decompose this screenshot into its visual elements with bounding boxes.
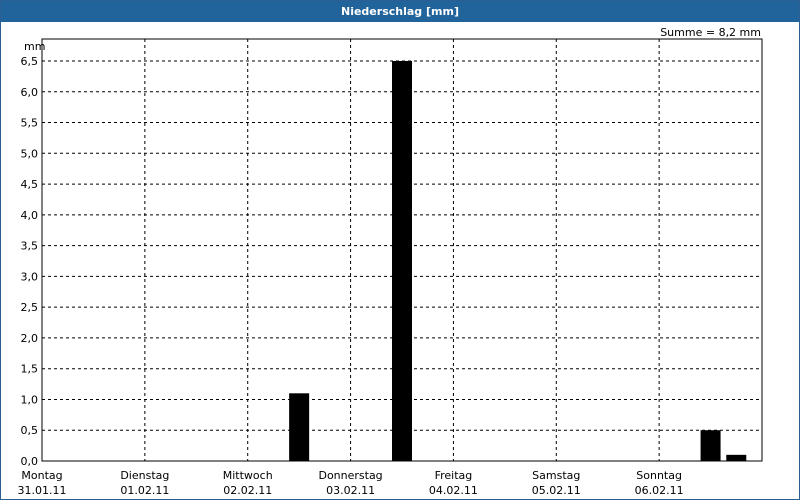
y-tick-label: 2,0 (21, 332, 39, 345)
y-tick-label: 1,0 (21, 393, 39, 406)
precipitation-bar (726, 454, 747, 461)
y-tick-label: 3,5 (21, 240, 39, 253)
precipitation-bar (289, 393, 310, 461)
y-tick-label: 1,5 (21, 363, 39, 376)
y-tick-label: 4,5 (21, 178, 39, 191)
y-tick-label: 6,0 (21, 86, 39, 99)
y-tick-label: 3,0 (21, 270, 39, 283)
bars (289, 61, 747, 461)
x-axis-ticks: Montag 31.01.11 Dienstag 01.02.11 Mittwoch 02… (18, 469, 684, 497)
x-tick-date: 03.02.11 (326, 484, 375, 497)
precipitation-bar (700, 430, 721, 461)
y-tick-label: 5,0 (21, 147, 39, 160)
x-tick-day: Dienstag (120, 469, 169, 482)
x-tick-day: Sonntag (636, 469, 682, 482)
y-tick-label: 2,5 (21, 301, 39, 314)
y-tick-label: 4,0 (21, 209, 39, 222)
x-tick-day: Mittwoch (223, 469, 273, 482)
x-tick-date: 04.02.11 (429, 484, 478, 497)
precipitation-bar (392, 61, 412, 461)
x-tick-day: Samstag (532, 469, 580, 482)
x-tick-date: 05.02.11 (532, 484, 581, 497)
y-axis-unit: mm (24, 40, 45, 53)
sum-label: Summe = 8,2 mm (660, 26, 761, 39)
x-tick-day: Donnerstag (318, 469, 382, 482)
x-tick-day: Freitag (435, 469, 473, 482)
y-tick-label: 0,5 (21, 424, 39, 437)
y-tick-label: 0,0 (21, 455, 39, 468)
x-tick-date: 06.02.11 (635, 484, 684, 497)
y-tick-label: 6,5 (21, 55, 39, 68)
y-tick-label: 5,5 (21, 117, 39, 130)
x-tick-date: 31.01.11 (18, 484, 67, 497)
x-tick-date: 02.02.11 (223, 484, 272, 497)
y-axis-ticks: 0,0 0,5 1,0 1,5 2,0 2,5 3,0 3,5 4,0 4,5 5,0 5,5 6,0 6… (21, 55, 39, 468)
x-tick-date: 01.02.11 (120, 484, 169, 497)
x-tick-day: Montag (21, 469, 62, 482)
precipitation-chart: 0,0 0,5 1,0 1,5 2,0 2,5 3,0 3,5 4,0 4,5 5,0 5,5 6,0 6… (18, 26, 763, 497)
